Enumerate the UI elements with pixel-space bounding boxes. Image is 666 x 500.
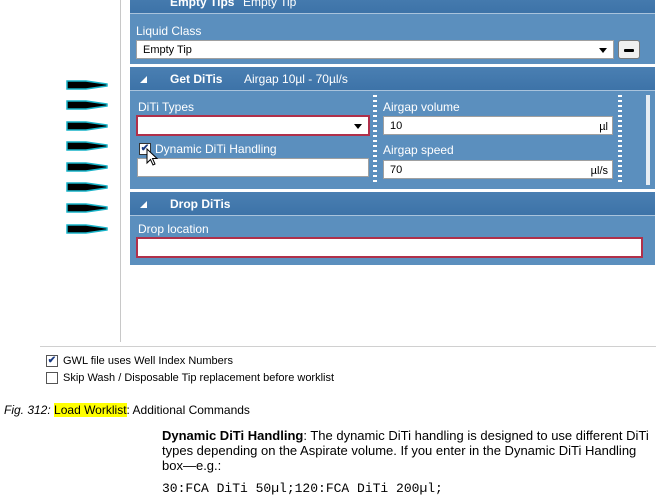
get-ditis-subtitle: Airgap 10µl - 70µl/s — [244, 72, 348, 86]
airgap-volume-label: Airgap volume — [383, 100, 460, 114]
figure-caption: Fig. 312: Load Worklist: Additional Comm… — [4, 403, 250, 417]
empty-tips-subtitle: Empty Tip — [243, 0, 297, 9]
description-term: Dynamic DiTi Handling — [162, 428, 304, 443]
ditis-types-label: DiTi Types — [138, 100, 195, 114]
diti-tip-icon — [66, 162, 108, 172]
diti-tip-icon — [66, 80, 108, 90]
gwl-checkbox[interactable]: ✔ — [46, 355, 58, 367]
liquid-class-label: Liquid Class — [136, 24, 202, 38]
diti-tip-icon — [66, 121, 108, 131]
collapse-icon[interactable] — [140, 76, 147, 83]
collapse-icon[interactable] — [140, 201, 147, 208]
drop-ditis-header[interactable]: Drop DiTis — [130, 192, 655, 216]
scrollbar[interactable] — [646, 95, 650, 185]
code-example: 30:FCA DiTi 50µl;120:FCA DiTi 200µl; — [162, 481, 443, 496]
empty-tips-title: Empty Tips — [170, 0, 235, 9]
get-ditis-header[interactable]: Get DiTis Airgap 10µl - 70µl/s — [130, 67, 655, 91]
diti-tip-icon — [66, 203, 108, 213]
get-ditis-title: Get DiTis — [170, 72, 223, 86]
airgap-speed-unit: µl/s — [590, 165, 608, 177]
caption-highlight: Load Worklist — [54, 403, 127, 417]
skip-wash-checkbox[interactable] — [46, 372, 58, 384]
airgap-volume-unit: µl — [599, 121, 608, 133]
airgap-speed-value: 70 — [390, 164, 403, 176]
divider-line — [120, 0, 121, 342]
drop-ditis-title: Drop DiTis — [170, 197, 231, 211]
splitter-handle[interactable] — [373, 95, 377, 185]
drop-location-input[interactable] — [136, 237, 643, 258]
dynamic-ditis-input[interactable] — [137, 158, 369, 177]
skip-wash-label: Skip Wash / Disposable Tip replacement b… — [63, 372, 335, 384]
separator — [40, 346, 656, 347]
figure-number: Fig. 312: — [4, 403, 51, 417]
airgap-volume-value: 10 — [390, 120, 403, 132]
gwl-label: GWL file uses Well Index Numbers — [63, 355, 233, 367]
liquid-class-value: Empty Tip — [143, 44, 192, 56]
airgap-volume-input[interactable]: 10 µl — [383, 116, 613, 135]
drop-location-label: Drop location — [138, 222, 209, 236]
remove-button[interactable] — [618, 40, 640, 59]
software-screenshot: Empty Tips Empty Tip Liquid Class Empty … — [0, 0, 666, 345]
chevron-down-icon — [599, 48, 607, 53]
airgap-speed-label: Airgap speed — [383, 143, 454, 157]
airgap-speed-input[interactable]: 70 µl/s — [383, 160, 613, 179]
splitter-handle[interactable] — [618, 95, 622, 185]
chevron-down-icon — [354, 124, 362, 129]
description-paragraph: Dynamic DiTi Handling: The dynamic DiTi … — [162, 428, 658, 473]
get-ditis-panel: Get DiTis Airgap 10µl - 70µl/s DiTi Type… — [130, 67, 655, 189]
caption-rest: : Additional Commands — [126, 403, 250, 417]
empty-tips-panel: Empty Tips Empty Tip Liquid Class Empty … — [130, 0, 655, 64]
mouse-cursor-icon — [146, 148, 159, 166]
diti-tip-icon — [66, 182, 108, 192]
drop-ditis-panel: Drop DiTis Drop location — [130, 192, 655, 265]
diti-tip-icon — [66, 141, 108, 151]
diti-tip-icon — [66, 224, 108, 234]
ditis-types-dropdown[interactable] — [136, 115, 370, 136]
liquid-class-dropdown[interactable]: Empty Tip — [136, 40, 614, 59]
empty-tips-header[interactable]: Empty Tips Empty Tip — [130, 0, 655, 14]
dynamic-ditis-label: Dynamic DiTi Handling — [155, 142, 277, 156]
diti-tip-icon — [66, 100, 108, 110]
